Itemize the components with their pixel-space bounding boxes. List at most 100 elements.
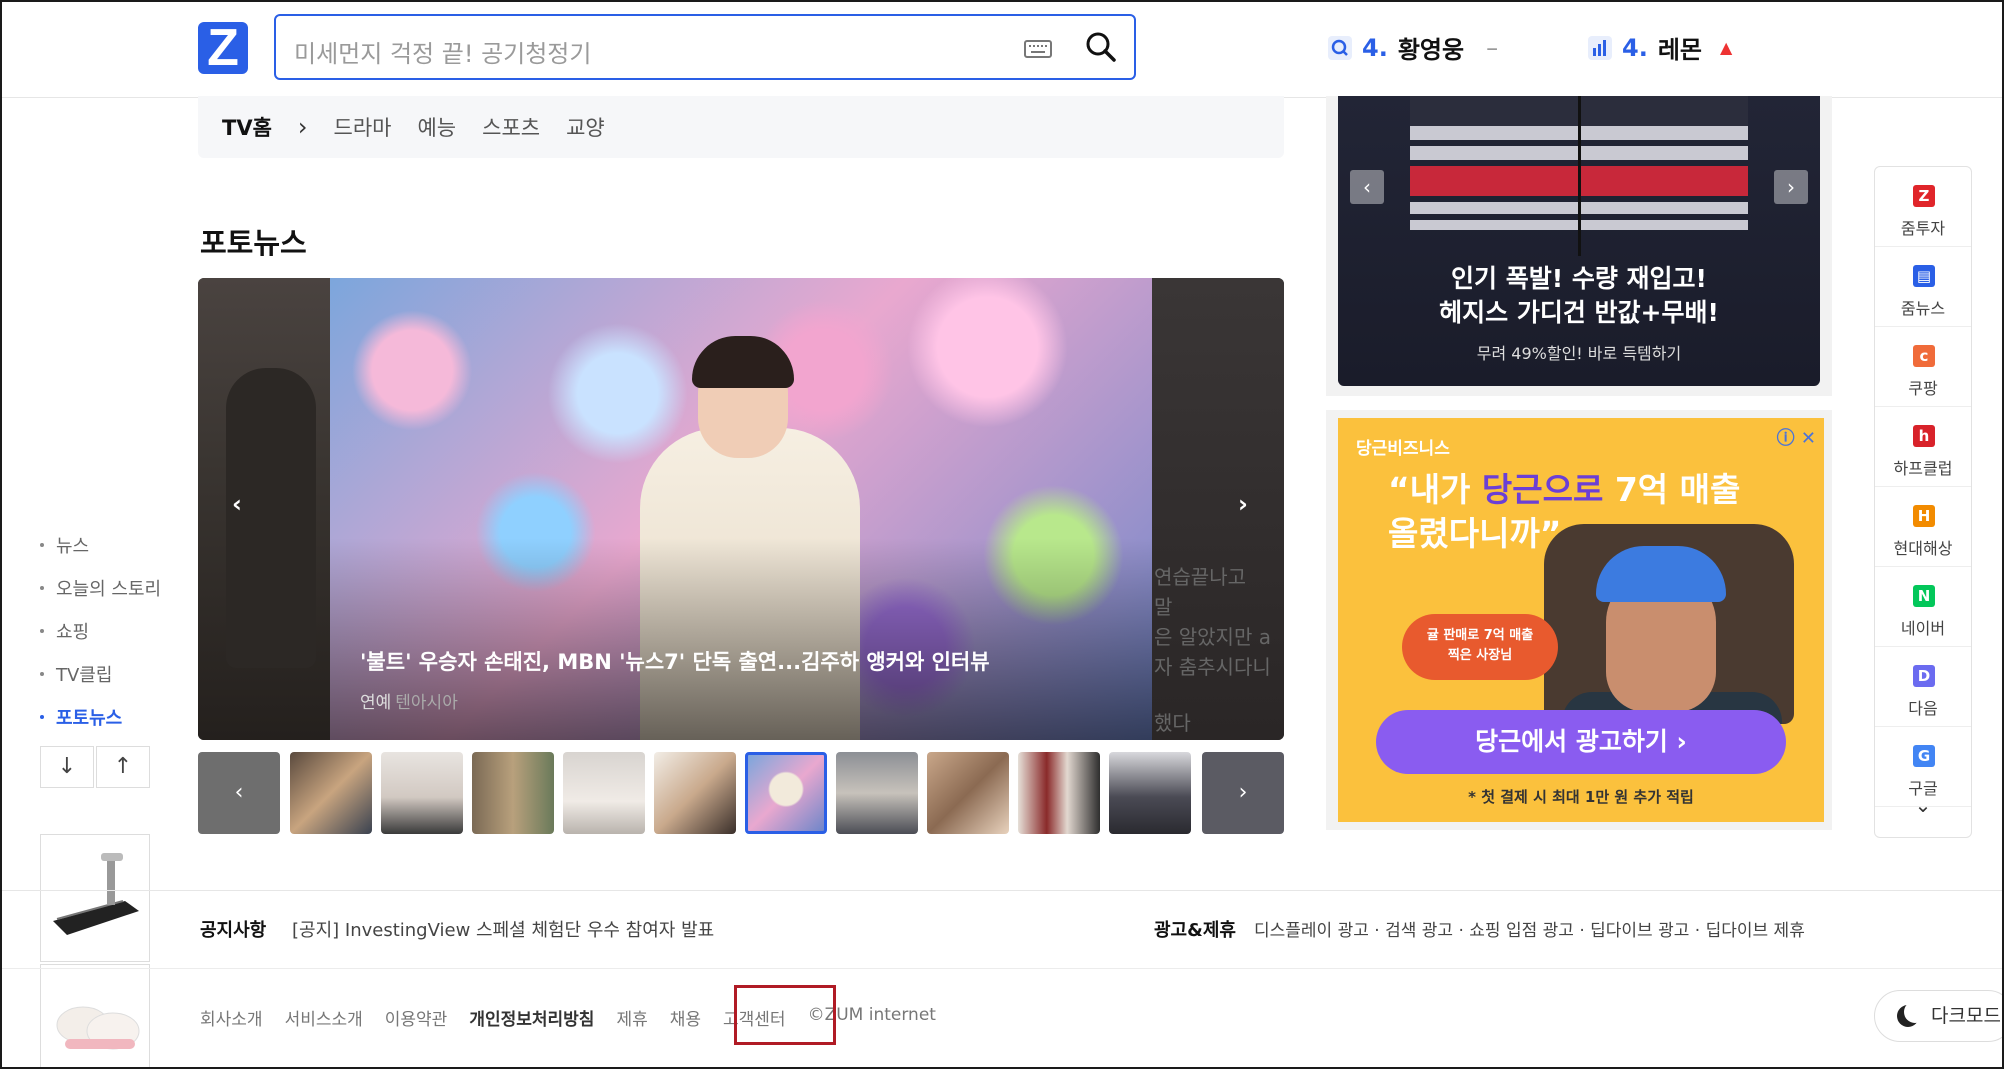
peek-figure xyxy=(226,368,316,668)
scroll-down-button[interactable]: ↓ xyxy=(40,746,94,788)
rail-link[interactable]: N 네이버 xyxy=(1875,567,1971,647)
next-slide-peek[interactable]: 연습끝나고 말 은 알았지만 a 자 춤추시다니 했다 xyxy=(1152,278,1284,740)
quick-nav-shopping[interactable]: 쇼핑 xyxy=(38,618,161,661)
footer-link-services[interactable]: 서비스소개 xyxy=(285,1005,363,1030)
rail-link[interactable]: H 현대해상 xyxy=(1875,487,1971,567)
ad-next-button[interactable]: › xyxy=(1774,170,1808,204)
quick-nav-tvclip[interactable]: TV클립 xyxy=(38,661,161,704)
section-quick-nav: 뉴스 오늘의 스토리 쇼핑 TV클립 포토뉴스 xyxy=(38,532,161,747)
quick-links-rail: Z 줌투자 ▤ 줌뉴스 c 쿠팡 h 하프클럽 H 현대해상 N 네이버 D 다음 G 구글 ⌄ xyxy=(1874,166,1972,838)
tv-nav-variety[interactable]: 예능 xyxy=(417,112,456,142)
singer-hair xyxy=(692,336,794,388)
rail-link[interactable]: D 다음 xyxy=(1875,647,1971,727)
peek-text: 했다 xyxy=(1154,711,1191,735)
rail-link-label: 줌뉴스 xyxy=(1900,299,1946,318)
footer-link-terms[interactable]: 이용약관 xyxy=(385,1005,448,1030)
rank-number: 4. xyxy=(1362,33,1388,62)
footer-link-careers[interactable]: 채용 xyxy=(670,1005,701,1030)
ad-person-photo xyxy=(1544,524,1794,724)
hazzys-cardigan-ad[interactable]: 인기 폭발! 수량 재입고! 헤지스 가디건 반값+무배! 무려 49%할인! 바… xyxy=(1338,96,1820,386)
ad-headline-line: 헤지스 가디건 반값+무배! xyxy=(1439,298,1719,327)
service-logo-icon: ▤ xyxy=(1913,265,1935,287)
customer-center-highlight xyxy=(734,985,836,1045)
logo-letter: Z xyxy=(207,19,239,77)
peek-text: 자 춤추시다니 xyxy=(1154,655,1271,679)
tv-home-link[interactable]: TV홈 xyxy=(222,112,272,142)
service-logo-icon: N xyxy=(1913,585,1935,607)
news-thumbnail[interactable] xyxy=(836,752,918,834)
footer-link-privacy[interactable]: 개인정보처리방침 xyxy=(469,1005,594,1030)
rail-link[interactable]: Z 줌투자 xyxy=(1875,167,1971,247)
ad-partnership-links[interactable]: 디스플레이 광고 · 검색 광고 · 쇼핑 입점 광고 · 딥다이브 광고 · … xyxy=(1254,916,1805,941)
ad-close-icon[interactable]: ⓘ ✕ xyxy=(1777,424,1816,450)
news-thumbnail[interactable] xyxy=(927,752,1009,834)
ad-cta-button[interactable]: 당근에서 광고하기 › xyxy=(1376,710,1786,774)
tv-category-nav: TV홈 › 드라마 예능 스포츠 교양 xyxy=(198,96,1284,158)
search-input[interactable]: 미세먼지 걱정 끝! 공기청정기 xyxy=(294,34,591,69)
news-source: 텐아시아 xyxy=(395,693,458,713)
rail-link-label: 다음 xyxy=(1908,699,1938,718)
slider-next-button[interactable]: › xyxy=(1238,490,1248,518)
tv-nav-sports[interactable]: 스포츠 xyxy=(482,112,540,142)
quick-nav-photonews[interactable]: 포토뉴스 xyxy=(38,704,161,747)
rank-change: – xyxy=(1486,33,1499,62)
scroll-top-button[interactable]: ↑ xyxy=(96,746,150,788)
rail-link[interactable]: h 하프클럽 xyxy=(1875,407,1971,487)
photo-news-title: 포토뉴스 xyxy=(200,226,307,260)
news-thumbnail[interactable] xyxy=(654,752,736,834)
footer-link-partnership[interactable]: 제휴 xyxy=(616,1005,647,1030)
dark-mode-toggle[interactable]: 다크모드 xyxy=(1874,990,2002,1042)
rail-more-chevron-icon[interactable]: ⌄ xyxy=(1875,793,1971,817)
search-box[interactable]: 미세먼지 걱정 끝! 공기청정기 xyxy=(274,14,1136,80)
shopping-ad-thumbnail[interactable] xyxy=(40,964,150,1067)
product-image xyxy=(41,835,149,961)
footer-link-company[interactable]: 회사소개 xyxy=(200,1005,263,1030)
quick-nav-news[interactable]: 뉴스 xyxy=(38,532,161,575)
thumbnail-next-button[interactable]: › xyxy=(1202,752,1284,834)
rail-link[interactable]: c 쿠팡 xyxy=(1875,327,1971,407)
rank-number: 4. xyxy=(1622,33,1648,62)
news-thumbnail-active[interactable] xyxy=(745,752,827,834)
tv-nav-culture[interactable]: 교양 xyxy=(566,112,605,142)
footer-divider xyxy=(2,968,2002,969)
ad-quote-text: 7억 매출 xyxy=(1603,470,1741,509)
previous-slide-peek[interactable] xyxy=(198,278,330,740)
news-thumbnail[interactable] xyxy=(290,752,372,834)
notice-label: 공지사항 xyxy=(200,920,267,941)
news-thumbnail[interactable] xyxy=(1109,752,1191,834)
news-thumbnail[interactable] xyxy=(1018,752,1100,834)
keyboard-icon[interactable] xyxy=(1024,40,1052,58)
quick-nav-story[interactable]: 오늘의 스토리 xyxy=(38,575,161,618)
ad-quote-highlight: 당근으로 xyxy=(1481,470,1604,509)
dark-mode-label: 다크모드 xyxy=(1931,1005,2001,1027)
rail-link[interactable]: ▤ 줌뉴스 xyxy=(1875,247,1971,327)
search-icon[interactable] xyxy=(1084,30,1118,64)
ad-prev-button[interactable]: ‹ xyxy=(1350,170,1384,204)
thumbnail-prev-button[interactable]: ‹ xyxy=(198,752,280,834)
rail-link-label: 네이버 xyxy=(1900,619,1946,638)
service-logo-icon: D xyxy=(1913,665,1935,687)
chart-bars-icon xyxy=(1588,35,1612,60)
news-thumbnail[interactable] xyxy=(472,752,554,834)
trending-rank[interactable]: 4. 레몬 ▲ xyxy=(1588,30,1732,65)
news-thumbnail[interactable] xyxy=(381,752,463,834)
ad-brand: 당근비즈니스 xyxy=(1356,439,1450,459)
moon-icon xyxy=(1897,1001,1926,1027)
notice-link[interactable]: [공지] InvestingView 스페셜 체험단 우수 참여자 발표 xyxy=(292,916,714,942)
service-logo-icon: h xyxy=(1913,425,1935,447)
realtime-search-rank[interactable]: 4. 황영웅 – xyxy=(1328,30,1498,65)
ad-headline: 인기 폭발! 수량 재입고! 헤지스 가디건 반값+무배! xyxy=(1338,262,1820,330)
tv-nav-drama[interactable]: 드라마 xyxy=(334,112,392,142)
slider-prev-button[interactable]: ‹ xyxy=(232,490,242,518)
zipper-line xyxy=(1578,96,1581,256)
news-meta: 연예 텐아시아 xyxy=(360,688,458,713)
news-headline[interactable]: '불트' 우승자 손태진, MBN '뉴스7' 단독 출연...김주하 앵커와 … xyxy=(360,646,990,676)
shopping-ad-thumbnail[interactable] xyxy=(40,834,150,962)
zum-logo[interactable]: Z xyxy=(198,19,248,77)
ad-headline-line: 인기 폭발! 수량 재입고! xyxy=(1451,264,1707,293)
daangn-business-ad[interactable]: 당근비즈니스 ⓘ ✕ “내가 당근으로 7억 매출 올렸다니까” 귤 판매로 7… xyxy=(1338,418,1824,822)
peek-text: 연습끝나고 xyxy=(1154,565,1246,589)
service-logo-icon: c xyxy=(1913,345,1935,367)
news-thumbnail[interactable] xyxy=(563,752,645,834)
chevron-right-icon: › xyxy=(297,113,308,141)
